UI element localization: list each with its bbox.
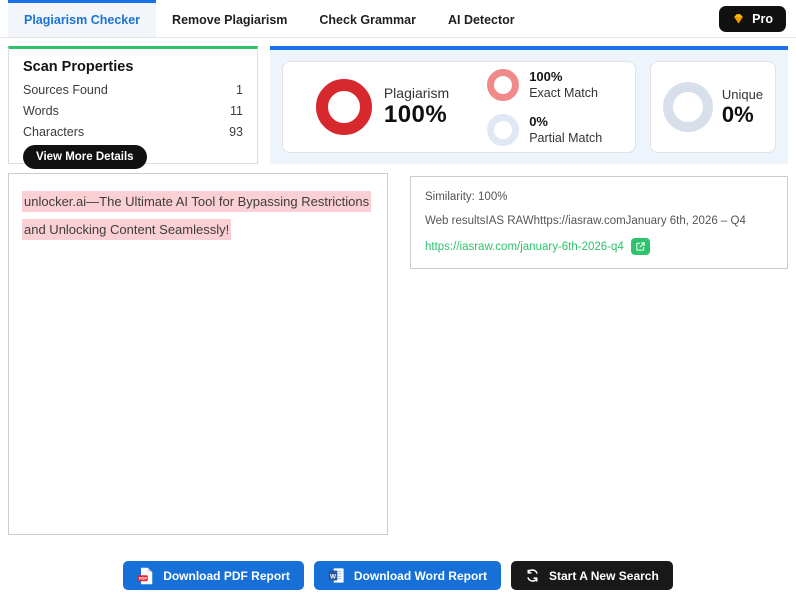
start-new-search-button[interactable]: Start A New Search [510, 561, 673, 590]
exact-match-stat: 100% Exact Match [487, 68, 602, 101]
scan-row-sources-found: Sources Found 1 [23, 79, 243, 100]
scan-properties-title: Scan Properties [23, 59, 134, 75]
web-result-text: Web resultsIAS RAWhttps://iasraw.comJanu… [425, 215, 746, 227]
unique-results-card: Unique 0% [650, 61, 776, 153]
plagiarism-ring-icon [315, 79, 372, 135]
tab-check-grammar[interactable]: Check Grammar [303, 0, 432, 37]
unique-ring-icon [662, 82, 713, 132]
document-panel: unlocker.ai—The Ultimate AI Tool for Byp… [8, 173, 388, 535]
view-more-details-button[interactable]: View More Details [23, 145, 147, 169]
exact-match-value: 100% [529, 69, 563, 84]
scan-row-label: Characters [23, 124, 85, 139]
detail-row: unlocker.ai—The Ultimate AI Tool for Byp… [0, 164, 796, 535]
unique-value: 0% [721, 101, 754, 127]
source-link[interactable]: https://iasraw.com/january-6th-2026-q4 [425, 241, 624, 253]
tab-remove-plagiarism[interactable]: Remove Plagiarism [156, 0, 303, 37]
scan-row-label: Sources Found [23, 82, 108, 97]
tab-plagiarism-checker[interactable]: Plagiarism Checker [8, 0, 157, 37]
exact-match-label: Exact Match [529, 86, 598, 100]
similarity-text: Similarity: 100% [425, 191, 508, 203]
download-pdf-report-button[interactable]: PDF Download PDF Report [123, 561, 304, 590]
pro-label: Pro [752, 11, 773, 26]
plagiarism-score: Plagiarism 100% [315, 79, 450, 135]
download-word-report-button[interactable]: W Download Word Report [313, 561, 501, 590]
svg-text:PDF: PDF [139, 575, 148, 580]
button-label: Start A New Search [548, 568, 659, 583]
results-panel: Plagiarism 100% 100% Exact Match 0% Part… [270, 46, 788, 164]
external-link-button[interactable] [630, 238, 650, 255]
svg-text:W: W [330, 573, 336, 580]
scan-row-value: 1 [236, 82, 243, 97]
scan-row-label: Words [23, 103, 59, 118]
plagiarism-results-card: Plagiarism 100% 100% Exact Match 0% Part… [282, 61, 636, 153]
pro-button[interactable]: Pro [719, 5, 786, 32]
summary-row: Scan Properties Sources Found 1 Words 11… [0, 38, 796, 169]
button-label: Download PDF Report [163, 568, 290, 583]
partial-match-ring-icon [487, 113, 520, 146]
scan-row-value: 11 [230, 103, 243, 118]
source-link-row: https://iasraw.com/january-6th-2026-q4 [425, 238, 773, 255]
plagiarism-value: 100% [383, 101, 448, 128]
scan-properties-panel: Scan Properties Sources Found 1 Words 11… [8, 46, 258, 169]
partial-match-value: 0% [529, 114, 548, 129]
scan-row-words: Words 11 [23, 100, 243, 121]
exact-match-ring-icon [487, 68, 520, 101]
match-breakdown: 100% Exact Match 0% Partial Match [487, 68, 603, 146]
unique-label: Unique [721, 86, 764, 102]
pdf-file-icon: PDF [137, 567, 154, 585]
button-label: Download Word Report [353, 568, 487, 583]
plagiarism-label: Plagiarism [383, 85, 450, 101]
external-link-icon [635, 241, 646, 252]
scan-row-value: 93 [229, 124, 243, 139]
highlighted-text[interactable]: unlocker.ai—The Ultimate AI Tool for Byp… [22, 191, 372, 240]
scan-row-characters: Characters 93 [23, 121, 243, 142]
source-result-panel: Similarity: 100% Web resultsIAS RAWhttps… [410, 176, 788, 269]
report-actions: PDF Download PDF Report W Download Word … [0, 561, 796, 590]
diamond-icon [732, 12, 745, 25]
partial-match-stat: 0% Partial Match [487, 113, 603, 146]
word-file-icon: W [328, 567, 345, 584]
tab-ai-detector[interactable]: AI Detector [432, 0, 531, 37]
tab-bar: Plagiarism Checker Remove Plagiarism Che… [0, 0, 796, 38]
refresh-icon [525, 568, 540, 583]
partial-match-label: Partial Match [529, 131, 603, 145]
